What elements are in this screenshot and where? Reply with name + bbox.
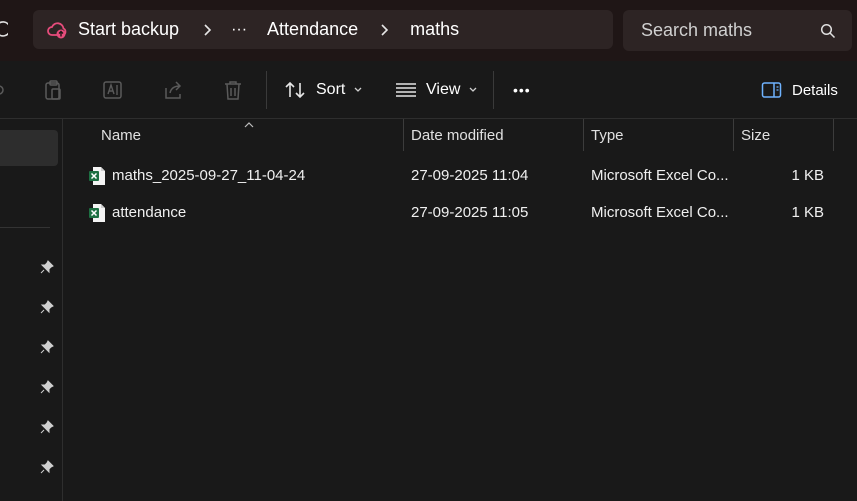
column-header-name[interactable]: Name <box>101 127 141 144</box>
nav-item-selected[interactable] <box>0 130 58 166</box>
pin-icon[interactable] <box>40 420 54 439</box>
column-separator[interactable] <box>403 119 404 151</box>
breadcrumb-overflow-button[interactable]: ··· <box>231 10 247 49</box>
sort-icon <box>284 80 308 100</box>
search-box[interactable]: Search maths <box>623 10 852 51</box>
sort-button[interactable]: Sort <box>284 71 363 109</box>
sort-label: Sort <box>316 81 346 98</box>
file-size: 1 KB <box>791 167 824 184</box>
column-header-date-modified[interactable]: Date modified <box>411 127 504 144</box>
column-header-size[interactable]: Size <box>741 127 770 144</box>
column-separator[interactable] <box>733 119 734 151</box>
column-header-row: Name Date modified Type Size <box>63 119 857 151</box>
pin-icon[interactable] <box>40 380 54 399</box>
column-separator[interactable] <box>583 119 584 151</box>
more-options-icon: ••• <box>513 82 531 98</box>
chevron-down-icon <box>468 86 478 94</box>
toolbar-divider <box>493 71 494 109</box>
excel-file-icon <box>88 166 106 191</box>
view-label: View <box>426 81 461 98</box>
file-type: Microsoft Excel Co... <box>591 204 729 221</box>
chevron-down-icon <box>353 86 363 94</box>
file-date-modified: 27-09-2025 11:04 <box>411 167 529 184</box>
nav-divider <box>0 227 50 228</box>
details-pane-icon <box>761 81 783 99</box>
pin-icon[interactable] <box>40 300 54 319</box>
share-icon[interactable] <box>162 79 184 106</box>
more-options-button[interactable]: ••• <box>513 71 531 109</box>
details-label: Details <box>792 81 838 99</box>
file-name: maths_2025-09-27_11-04-24 <box>112 167 306 184</box>
chevron-right-icon[interactable] <box>203 10 213 49</box>
cloud-backup-icon <box>47 20 69 40</box>
refresh-icon[interactable] <box>0 16 8 42</box>
file-row[interactable]: maths_2025-09-27_11-04-24 27-09-2025 11:… <box>63 157 857 194</box>
cut-icon[interactable] <box>0 79 4 106</box>
breadcrumb-start-backup[interactable]: Start backup <box>78 10 179 49</box>
file-name: attendance <box>112 204 187 221</box>
file-date-modified: 27-09-2025 11:05 <box>411 204 529 221</box>
file-type: Microsoft Excel Co... <box>591 167 729 184</box>
search-input[interactable]: Search maths <box>641 20 752 41</box>
pin-icon[interactable] <box>40 340 54 359</box>
view-button[interactable]: View <box>395 71 478 109</box>
toolbar-divider <box>266 71 267 109</box>
address-bar[interactable]: Start backup ··· Attendance maths <box>33 10 613 49</box>
navigation-pane <box>0 119 63 501</box>
file-row[interactable]: attendance 27-09-2025 11:05 Microsoft Ex… <box>63 194 857 231</box>
column-separator[interactable] <box>833 119 834 151</box>
excel-file-icon <box>88 203 106 228</box>
command-bar: Sort View ••• Details <box>0 61 857 119</box>
paste-icon[interactable] <box>42 79 64 106</box>
pin-icon[interactable] <box>40 260 54 279</box>
pin-icon[interactable] <box>40 460 54 479</box>
breadcrumb-attendance[interactable]: Attendance <box>267 10 358 49</box>
column-header-type[interactable]: Type <box>591 127 624 144</box>
breadcrumb-maths[interactable]: maths <box>410 10 459 49</box>
details-button[interactable]: Details <box>761 71 838 109</box>
search-icon[interactable] <box>820 23 836 44</box>
chevron-right-icon[interactable] <box>380 10 390 49</box>
rename-icon[interactable] <box>102 79 124 106</box>
file-size: 1 KB <box>791 204 824 221</box>
view-icon <box>395 82 417 98</box>
delete-icon[interactable] <box>222 79 244 106</box>
